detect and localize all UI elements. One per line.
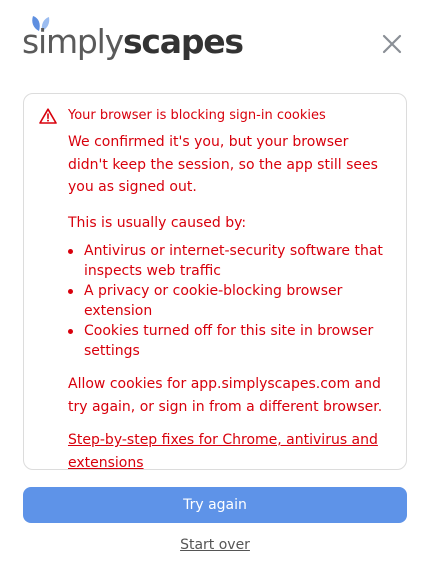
- alert-title: Your browser is blocking sign-in cookies: [68, 108, 326, 123]
- list-item: Antivirus or internet-security software …: [68, 241, 390, 281]
- list-item: A privacy or cookie-blocking browser ext…: [68, 281, 390, 321]
- logo-text-light: simply: [22, 22, 124, 61]
- start-over-link[interactable]: Start over: [180, 537, 250, 553]
- alert-message: We confirmed it's you, but your browser …: [68, 134, 378, 195]
- causes-intro: This is usually caused by:: [68, 214, 247, 231]
- warning-triangle-icon: [39, 108, 57, 124]
- alert-content: Your browser is blocking sign-in cookies…: [68, 106, 390, 474]
- logo-wordmark: simplyscapes: [22, 20, 244, 64]
- close-button[interactable]: [378, 30, 406, 58]
- error-alert-card: Your browser is blocking sign-in cookies…: [23, 93, 407, 471]
- try-again-button[interactable]: Try again: [23, 487, 407, 523]
- logo-text-bold: scapes: [122, 22, 244, 61]
- alert-advice: Allow cookies for app.simplyscapes.com a…: [68, 376, 383, 415]
- list-item: Cookies turned off for this site in brow…: [68, 321, 390, 361]
- cookie-error-dialog: simplyscapes Your browser is blocking si…: [0, 0, 430, 570]
- close-icon: [382, 34, 402, 54]
- help-link[interactable]: Step-by-step fixes for Chrome, antivirus…: [68, 429, 390, 474]
- causes-list: Antivirus or internet-security software …: [68, 241, 390, 361]
- start-over-row: Start over: [0, 535, 430, 555]
- header: simplyscapes: [22, 14, 410, 64]
